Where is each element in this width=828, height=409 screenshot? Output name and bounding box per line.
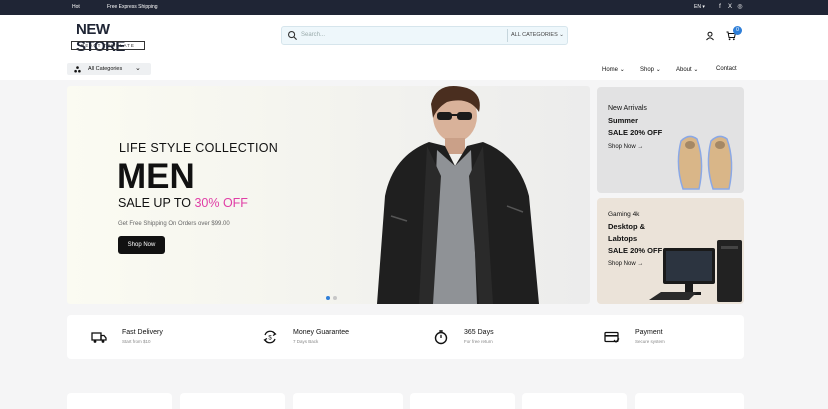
hero-slider: LIFE STYLE COLLECTION MEN SALE UP TO 30%…	[67, 86, 590, 304]
search-divider	[507, 29, 508, 42]
svg-text:$: $	[268, 336, 272, 342]
feature-title: Payment	[635, 329, 663, 336]
search-bar: Search... ALL CATEGORIES ⌄	[281, 26, 568, 45]
banner-title: Desktop &	[608, 222, 646, 231]
topbar-link-shipping[interactable]: Free Express Shipping	[107, 4, 158, 10]
banner-eyebrow: New Arrivals	[608, 105, 647, 112]
side-banner-summer[interactable]: New Arrivals Summer SALE 20% OFF Shop No…	[597, 87, 744, 193]
chevron-down-icon: ⌄	[619, 67, 625, 73]
banner-title-2: Labtops	[608, 234, 638, 243]
category-card[interactable]	[180, 393, 285, 409]
banner-title: Summer	[608, 116, 639, 125]
money-guarantee-icon: $	[263, 330, 277, 344]
hero-sale-text: SALE UP TO 30% OFF	[118, 196, 248, 210]
arrow-right-icon: →	[637, 261, 644, 267]
category-card[interactable]	[410, 393, 515, 409]
logo[interactable]: NEW STORE REACT TEMPLATE	[70, 21, 146, 55]
topbar-link-hot[interactable]: Hot	[72, 4, 80, 10]
cart-count-badge: 0	[733, 26, 742, 35]
feature-subtitle: 7 Days Back	[293, 339, 319, 344]
nav-bar: All Categories ⌄ Home ⌄ Shop ⌄ About ⌄ C…	[0, 61, 828, 80]
user-icon[interactable]	[705, 31, 715, 41]
nav-item-about[interactable]: About ⌄	[676, 66, 698, 73]
feature-fast-delivery: Fast Delivery Start from $10	[91, 315, 241, 359]
all-categories-button[interactable]: All Categories ⌄	[67, 63, 151, 75]
banner-eyebrow: Gaming 4k	[608, 211, 640, 218]
feature-subtitle: Start from $10	[122, 339, 151, 344]
language-selector[interactable]: EN ▾	[694, 4, 705, 10]
feature-title: Money Guarantee	[293, 329, 350, 336]
categories-icon	[74, 66, 81, 73]
slider-dot[interactable]	[333, 296, 337, 300]
category-card[interactable]	[67, 393, 172, 409]
category-card[interactable]	[293, 393, 403, 409]
banner-sale: SALE 20% OFF	[608, 128, 663, 137]
feature-title: Fast Delivery	[122, 329, 163, 336]
search-category-select[interactable]: ALL CATEGORIES ⌄	[511, 32, 564, 38]
side-banner-gaming[interactable]: Gaming 4k Desktop & Labtops SALE 20% OFF…	[597, 198, 744, 304]
features-bar: Fast Delivery Start from $10 $ Money Gua…	[67, 315, 744, 359]
top-bar: Hot Free Express Shipping EN ▾ f X ◎	[0, 0, 828, 15]
nav-item-home[interactable]: Home ⌄	[602, 66, 625, 73]
feature-subtitle: Secure system	[635, 339, 665, 344]
payment-card-icon	[604, 331, 620, 343]
feature-title: 365 Days	[464, 329, 494, 336]
chevron-down-icon: ⌄	[135, 65, 141, 72]
delivery-truck-icon	[91, 332, 107, 343]
hero-shop-now-button[interactable]: Shop Now	[118, 236, 165, 254]
x-twitter-icon[interactable]: X	[726, 3, 734, 11]
search-input[interactable]: Search...	[301, 32, 325, 38]
feature-payment: Payment Secure system	[604, 315, 734, 359]
category-card[interactable]	[635, 393, 744, 409]
hero-headline: MEN	[117, 157, 195, 196]
feature-money-guarantee: $ Money Guarantee 7 Days Back	[262, 315, 412, 359]
category-card[interactable]	[522, 393, 627, 409]
instagram-icon[interactable]: ◎	[736, 3, 744, 11]
facebook-icon[interactable]: f	[716, 3, 724, 11]
banner-shop-now-link[interactable]: Shop Now →	[608, 144, 643, 150]
slider-dots	[326, 296, 340, 300]
nav-item-contact[interactable]: Contact	[716, 66, 737, 72]
logo-subtitle: REACT TEMPLATE	[71, 41, 145, 50]
header: NEW STORE REACT TEMPLATE Search... ALL C…	[0, 15, 828, 61]
hero-kicker: LIFE STYLE COLLECTION	[119, 141, 279, 155]
search-icon[interactable]	[287, 30, 298, 41]
chevron-down-icon: ⌄	[693, 67, 699, 73]
chevron-down-icon: ⌄	[559, 32, 564, 38]
hero-shipping-note: Get Free Shipping On Orders over $99.00	[118, 221, 230, 227]
stopwatch-icon	[434, 330, 448, 345]
all-categories-label: All Categories	[88, 66, 123, 72]
shoes-image	[677, 135, 733, 190]
feature-subtitle: For free return	[464, 339, 493, 344]
desktop-pc-image	[649, 240, 742, 302]
feature-365-days: 365 Days For free return	[433, 315, 583, 359]
banner-shop-now-link[interactable]: Shop Now →	[608, 261, 643, 267]
slider-dot-active[interactable]	[326, 296, 330, 300]
chevron-down-icon: ⌄	[655, 67, 661, 73]
hero-model-image	[377, 86, 539, 304]
nav-item-shop[interactable]: Shop ⌄	[640, 66, 661, 73]
arrow-right-icon: →	[637, 144, 644, 150]
